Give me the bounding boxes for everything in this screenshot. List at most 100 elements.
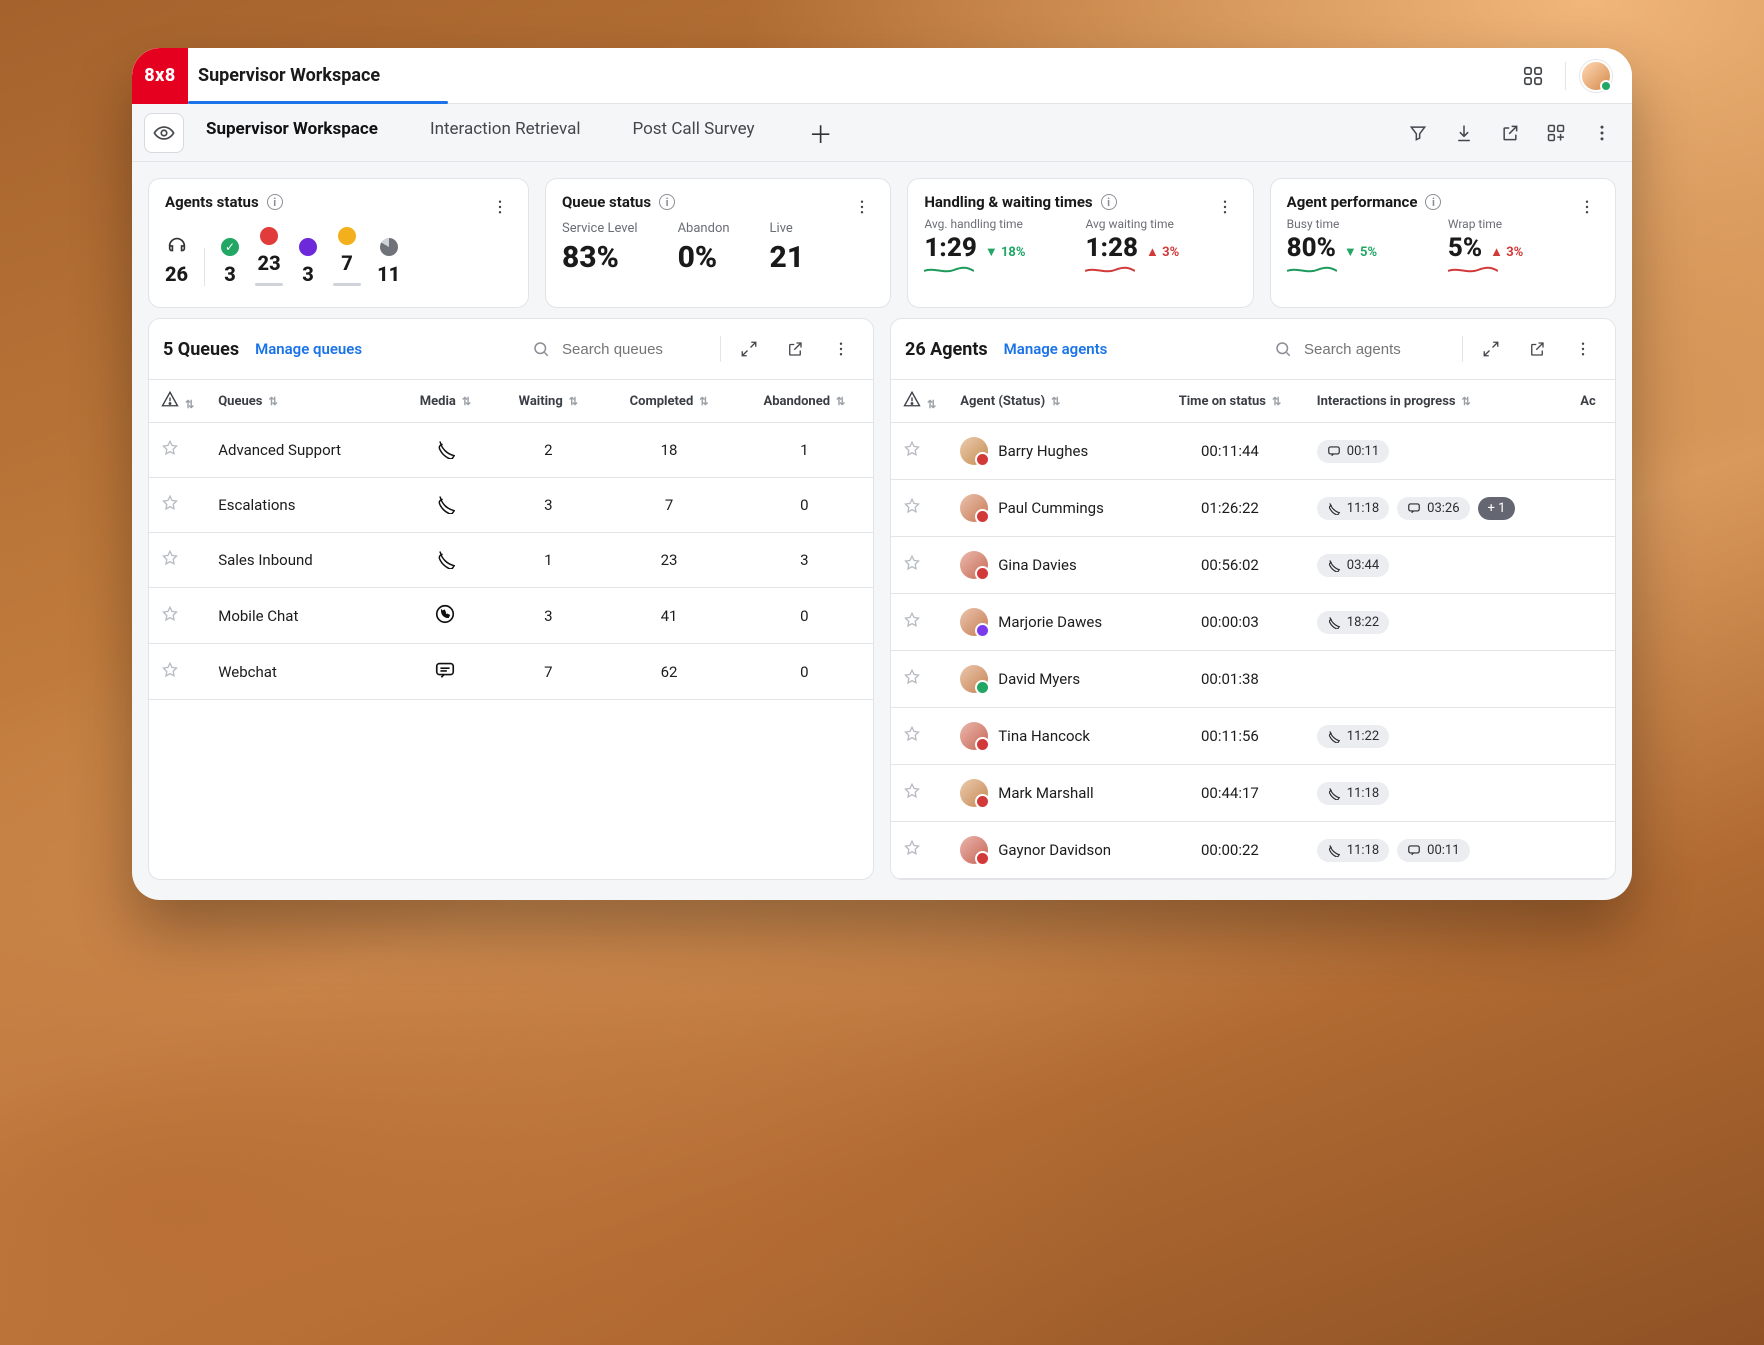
more-icon[interactable]: [1584, 115, 1620, 151]
card-more-icon[interactable]: [1569, 189, 1605, 225]
favorite-star-icon[interactable]: [903, 615, 921, 633]
agent-avatar: [960, 494, 988, 522]
col-agent[interactable]: Agent (Status)⇅: [948, 380, 1155, 423]
col-time-on-status[interactable]: Time on status⇅: [1155, 380, 1305, 423]
queue-name: Webchat: [206, 644, 396, 700]
table-row[interactable]: Paul Cummings01:26:2211:1803:26+ 1: [891, 480, 1615, 537]
interaction-pill[interactable]: 11:18: [1317, 839, 1389, 862]
popout-icon[interactable]: [1519, 331, 1555, 367]
favorite-star-icon[interactable]: [161, 443, 179, 461]
col-alert[interactable]: ⇅: [149, 380, 206, 423]
info-icon[interactable]: i: [659, 194, 675, 210]
table-row[interactable]: Mark Marshall00:44:1711:18: [891, 765, 1615, 822]
queue-waiting: 1: [494, 533, 602, 588]
open-external-icon[interactable]: [1492, 115, 1528, 151]
table-row[interactable]: Mobile Chat3410: [149, 588, 873, 644]
search-queues[interactable]: [532, 340, 710, 359]
layout-icon[interactable]: [1538, 115, 1574, 151]
status-available[interactable]: ✓ 3: [221, 238, 239, 286]
interaction-pill[interactable]: 11:22: [1317, 725, 1389, 748]
favorite-star-icon[interactable]: [903, 558, 921, 576]
download-icon[interactable]: [1446, 115, 1482, 151]
popout-icon[interactable]: [777, 331, 813, 367]
table-row[interactable]: Gaynor Davidson00:00:2211:1800:11: [891, 822, 1615, 879]
filter-icon[interactable]: [1400, 115, 1436, 151]
interaction-pill[interactable]: 03:44: [1317, 554, 1389, 577]
card-more-icon[interactable]: [482, 189, 518, 225]
col-abandoned[interactable]: Abandoned⇅: [736, 380, 873, 423]
panel-more-icon[interactable]: [1565, 331, 1601, 367]
card-title: Handling & waiting times: [924, 193, 1092, 211]
card-more-icon[interactable]: [1207, 189, 1243, 225]
kpi-label: Busy time: [1287, 217, 1438, 231]
favorite-star-icon[interactable]: [903, 444, 921, 462]
sort-icon: ⇅: [699, 395, 708, 408]
tab-interaction-retrieval[interactable]: Interaction Retrieval: [424, 109, 587, 156]
col-extra[interactable]: Ac: [1568, 380, 1615, 423]
apps-grid-icon[interactable]: [1515, 58, 1551, 94]
status-wrap[interactable]: 7: [333, 227, 361, 286]
favorite-star-icon[interactable]: [161, 498, 179, 516]
status-busy[interactable]: 23: [255, 227, 283, 286]
status-offline[interactable]: 11: [377, 238, 400, 286]
table-row[interactable]: David Myers00:01:38: [891, 651, 1615, 708]
favorite-star-icon[interactable]: [903, 843, 921, 861]
sparkline-icon: [1448, 265, 1498, 275]
col-queues[interactable]: Queues⇅: [206, 380, 396, 423]
col-waiting[interactable]: Waiting⇅: [494, 380, 602, 423]
favorite-star-icon[interactable]: [903, 729, 921, 747]
search-queues-input[interactable]: [560, 340, 710, 359]
col-media[interactable]: Media⇅: [397, 380, 495, 423]
interaction-pill[interactable]: 00:11: [1397, 839, 1469, 862]
tab-supervisor-workspace[interactable]: Supervisor Workspace: [200, 109, 384, 156]
table-row[interactable]: Marjorie Dawes00:00:0318:22: [891, 594, 1615, 651]
favorite-star-icon[interactable]: [161, 609, 179, 627]
col-interactions[interactable]: Interactions in progress⇅: [1305, 380, 1568, 423]
table-row[interactable]: Sales Inbound1233: [149, 533, 873, 588]
table-row[interactable]: Gina Davies00:56:0203:44: [891, 537, 1615, 594]
preview-eye-button[interactable]: [144, 113, 184, 153]
status-away[interactable]: 3: [299, 238, 317, 286]
card-more-icon[interactable]: [844, 189, 880, 225]
manage-queues-link[interactable]: Manage queues: [255, 340, 362, 358]
favorite-star-icon[interactable]: [903, 786, 921, 804]
expand-icon[interactable]: [1473, 331, 1509, 367]
manage-agents-link[interactable]: Manage agents: [1004, 340, 1108, 358]
tab-post-call-survey[interactable]: Post Call Survey: [626, 109, 760, 156]
search-agents[interactable]: [1274, 340, 1452, 359]
alert-icon: [161, 390, 179, 408]
table-row[interactable]: Advanced Support2181: [149, 423, 873, 478]
interaction-pill[interactable]: 11:18: [1317, 782, 1389, 805]
media-chat-icon: [433, 658, 457, 682]
info-icon[interactable]: i: [1101, 194, 1117, 210]
favorite-star-icon[interactable]: [161, 665, 179, 683]
kpi-delta: ▼ 18%: [985, 244, 1026, 260]
profile-avatar[interactable]: [1580, 60, 1612, 92]
col-alert[interactable]: ⇅: [891, 380, 948, 423]
panel-title: 26 Agents: [905, 339, 988, 360]
favorite-star-icon[interactable]: [903, 501, 921, 519]
search-agents-input[interactable]: [1302, 340, 1452, 359]
favorite-star-icon[interactable]: [161, 553, 179, 571]
table-row[interactable]: Tina Hancock00:11:5611:22: [891, 708, 1615, 765]
time-on-status: 00:11:56: [1155, 708, 1305, 765]
agent-avatar: [960, 665, 988, 693]
media-phone-icon: [433, 492, 457, 516]
col-completed[interactable]: Completed⇅: [602, 380, 735, 423]
add-tab-button[interactable]: ＋: [801, 109, 841, 156]
status-away-value: 3: [302, 262, 314, 286]
more-interactions-pill[interactable]: + 1: [1478, 497, 1516, 520]
interaction-pill[interactable]: 00:11: [1317, 440, 1389, 463]
interaction-pill[interactable]: 18:22: [1317, 611, 1389, 634]
table-row[interactable]: Barry Hughes00:11:4400:11: [891, 423, 1615, 480]
table-row[interactable]: Escalations370: [149, 478, 873, 533]
interaction-pill[interactable]: 11:18: [1317, 497, 1389, 520]
card-queue-status: Queue statusi Service Level83% Abandon0%…: [545, 178, 891, 308]
panel-more-icon[interactable]: [823, 331, 859, 367]
info-icon[interactable]: i: [1425, 194, 1441, 210]
info-icon[interactable]: i: [267, 194, 283, 210]
interaction-pill[interactable]: 03:26: [1397, 497, 1469, 520]
favorite-star-icon[interactable]: [903, 672, 921, 690]
expand-icon[interactable]: [731, 331, 767, 367]
table-row[interactable]: Webchat7620: [149, 644, 873, 700]
